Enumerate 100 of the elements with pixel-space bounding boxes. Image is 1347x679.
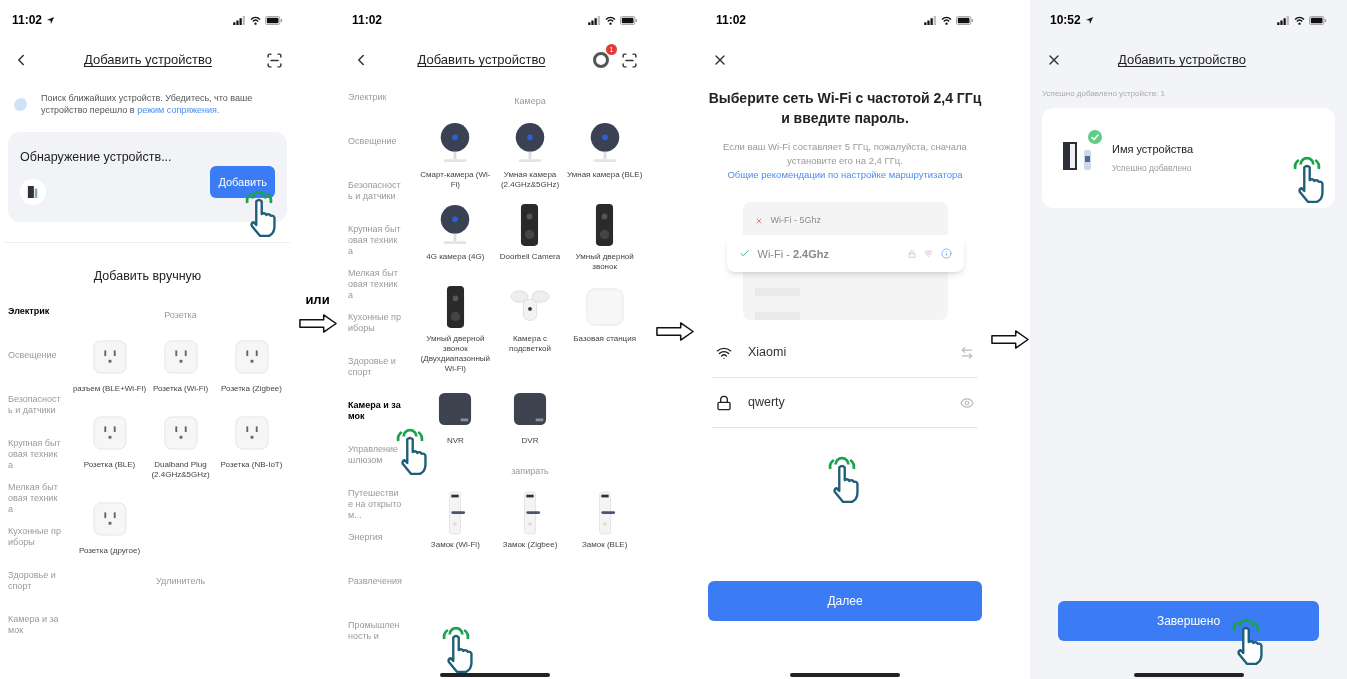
product-label: Doorbell Camera <box>498 252 562 262</box>
status-time: 11:02 <box>352 12 383 29</box>
product-tile[interactable]: Камера с подсветкой <box>492 284 568 374</box>
wifi-icon <box>923 249 933 259</box>
lock-icon <box>716 394 732 411</box>
power-socket-icon <box>92 415 127 450</box>
power-socket-icon <box>234 415 269 450</box>
product-tile[interactable]: Умная камера (2.4GHz&5GHz) <box>492 120 568 190</box>
power-socket-icon <box>234 339 269 374</box>
product-label: NVR <box>445 436 465 446</box>
category-item[interactable]: Камера и замок <box>348 400 402 422</box>
battery-icon <box>1309 15 1327 25</box>
screen-title: Добавить устройство <box>417 51 546 70</box>
scan-icon[interactable] <box>266 51 283 69</box>
status-time: 10:52 <box>1050 12 1081 29</box>
product-label: Замок (Zigbee) <box>501 540 559 550</box>
doorbell-icon <box>520 203 540 247</box>
product-tile[interactable]: Замок (Wi-Fi) <box>418 490 493 550</box>
battery-icon <box>620 15 638 25</box>
video-recorder-icon <box>513 392 547 426</box>
signal-icon <box>924 15 937 25</box>
section-title: запирать <box>510 465 550 478</box>
product-tile[interactable]: Dualband Plug (2.4GHz&5GHz) <box>145 409 216 480</box>
power-socket-icon <box>163 339 198 374</box>
product-tile[interactable]: Розетка (NB-IoT) <box>216 409 287 480</box>
product-label: разъем (BLE+Wi-Fi) <box>71 383 148 394</box>
product-label: Смарт-камера (Wi-Fi) <box>419 170 492 190</box>
password-field[interactable]: qwerty <box>748 393 944 412</box>
product-label: Умная камера (2.4GHz&5GHz) <box>499 170 561 190</box>
section-title: Удлинитель <box>154 574 207 588</box>
wifi-icon <box>605 15 616 25</box>
product-label: Базовая станция <box>572 334 637 344</box>
or-label: или <box>305 291 330 309</box>
product-tile[interactable]: Умный дверной звонок (Двухдиапазонный Wi-Fi) <box>418 284 493 374</box>
product-tile[interactable]: Розетка (Zigbee) <box>216 333 287 394</box>
signal-icon <box>233 15 246 25</box>
door-icon <box>27 184 39 199</box>
product-tile[interactable]: Замок (Zigbee) <box>492 490 568 550</box>
power-socket-icon <box>92 339 127 374</box>
product-tile[interactable]: NVR <box>418 386 493 446</box>
video-recorder-icon <box>438 392 473 426</box>
screen-title: Добавить устройство <box>83 51 212 70</box>
right-arrow-icon <box>656 322 694 341</box>
power-socket-icon <box>163 415 198 450</box>
added-summary: Успешно добавлено устройств: 1 <box>1042 88 1166 100</box>
product-label: Розетка (NB-IoT) <box>219 459 284 470</box>
product-label: Розетка (Zigbee) <box>220 383 283 394</box>
lock-icon <box>907 249 916 258</box>
status-time: 11:02 <box>716 12 747 29</box>
product-tile[interactable]: Розетка (BLE) <box>74 409 145 480</box>
product-tile[interactable]: разъем (BLE+Wi-Fi) <box>74 333 145 394</box>
device-card[interactable]: Имя устройства Успешно добавлено <box>1042 108 1335 208</box>
product-tile[interactable]: Смарт-камера (Wi-Fi) <box>418 120 493 190</box>
discovery-title: Обнаружение устройств... <box>20 149 173 166</box>
product-tile[interactable]: Doorbell Camera <box>492 202 568 272</box>
finish-button[interactable]: Завершено <box>1058 601 1319 641</box>
next-button[interactable]: Далее <box>708 581 982 621</box>
doorbell-icon <box>445 285 465 329</box>
product-tile[interactable]: Замок (BLE) <box>567 490 642 550</box>
wifi-icon <box>250 15 261 25</box>
right-arrow-icon <box>298 313 337 333</box>
wifi-option-label: Wi-Fi - 2.4Ghz <box>757 246 830 262</box>
product-tile[interactable]: Розетка (Wi-Fi) <box>145 333 216 394</box>
product-label: Розетка (другое) <box>77 545 142 556</box>
pairing-mode-link[interactable]: режим сопряжения. <box>137 105 220 115</box>
wifi-icon <box>1294 15 1305 25</box>
product-label: Умный дверной звонок <box>574 252 635 272</box>
router-guide-link[interactable]: Общие рекомендации по настройке маршрутизатора <box>716 168 974 182</box>
add-button[interactable]: Добавить <box>210 165 275 198</box>
product-tile[interactable]: Умный дверной звонок <box>567 202 642 272</box>
scan-icon[interactable] <box>621 51 638 69</box>
product-label: Замок (Wi-Fi) <box>429 540 481 550</box>
wifi-icon <box>941 15 952 25</box>
switch-network-icon[interactable] <box>960 345 974 360</box>
search-hint: Поиск ближайших устройств. Убедитесь, что ваше устройство перешло в режим сопряжения. <box>41 92 254 116</box>
product-tile[interactable]: Базовая станция <box>567 284 642 374</box>
product-tile[interactable]: 4G камера (4G) <box>418 202 493 272</box>
product-label: Умная камера (BLE) <box>566 170 644 180</box>
wifi-heading: Выберите сеть Wi-Fi с частотой 2,4 ГГц и введите пароль. <box>708 89 982 128</box>
product-label: Dualband Plug (2.4GHz&5GHz) <box>150 459 211 480</box>
section-title: Камера <box>513 95 547 108</box>
product-tile[interactable]: DVR <box>492 386 568 446</box>
power-socket-icon <box>92 501 127 536</box>
product-tile[interactable]: Умная камера (BLE) <box>567 120 642 190</box>
device-name: Имя устройства <box>1112 142 1194 158</box>
product-label: Камера с подсветкой <box>508 334 552 354</box>
product-label: 4G камера (4G) <box>425 252 486 262</box>
status-time: 11:02 <box>12 12 43 29</box>
product-tile[interactable]: Розетка (другое) <box>74 495 145 556</box>
network-field[interactable]: Xiaomi <box>748 343 944 362</box>
manual-title: Добавить вручную <box>92 268 203 285</box>
device-status: Успешно добавлено <box>1112 161 1193 175</box>
doorbell-icon <box>595 203 615 247</box>
product-label: Замок (BLE) <box>580 540 629 550</box>
section-title: Розетка <box>163 308 198 322</box>
product-label: Умный дверной звонок (Двухдиапазонный Wi-Fi) <box>419 334 492 374</box>
battery-icon <box>265 15 283 25</box>
category-item[interactable]: Электрик <box>8 305 62 317</box>
wifi-option-label: Wi-Fi - 5Ghz <box>770 213 822 227</box>
wifi-note: Если ваш Wi-Fi составляет 5 ГГц, пожалуйста, сначала установите его на 2,4 ГГц. Общие рекомендации по настройке маршрутизатора <box>708 140 982 182</box>
